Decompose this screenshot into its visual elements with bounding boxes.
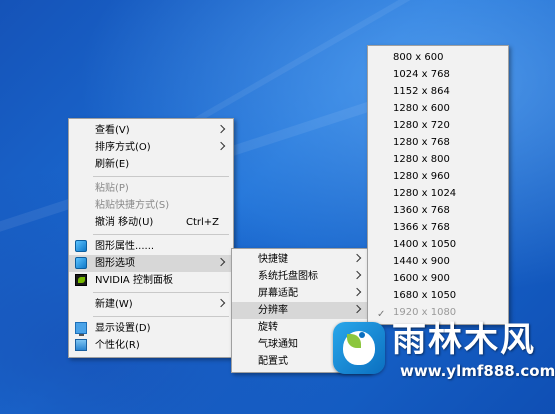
resolution-label: 1024 x 768 (393, 69, 450, 80)
menu-item-label: 排序方式(O) (95, 142, 151, 153)
resolution-option[interactable]: 1280 x 1024 (368, 185, 508, 202)
menu-item-label: NVIDIA 控制面板 (95, 275, 173, 286)
menu-item-paste[interactable]: 粘贴(P) (69, 180, 233, 197)
menu-item-new[interactable]: 新建(W) (69, 296, 233, 313)
resolution-option[interactable]: 1152 x 864 (368, 83, 508, 100)
resolution-option[interactable]: 1024 x 768 (368, 66, 508, 83)
resolution-label: 1280 x 800 (393, 154, 450, 165)
menu-item-label: 图形属性...... (95, 241, 155, 252)
resolution-label: 1366 x 768 (393, 222, 450, 233)
chevron-right-icon (216, 141, 226, 151)
watermark-title: 雨林木风 (392, 320, 536, 360)
menu-item-sort-by[interactable]: 排序方式(O) (69, 139, 233, 156)
logo-dot (359, 332, 365, 338)
menu-item-label: 刷新(E) (95, 159, 130, 170)
resolution-option[interactable]: 1366 x 768 (368, 219, 508, 236)
menu-separator (93, 316, 229, 317)
resolution-option[interactable]: 800 x 600 (368, 49, 508, 66)
resolution-label: 1600 x 900 (393, 273, 450, 284)
submenu-item-screen-fit[interactable]: 屏幕适配 (232, 285, 369, 302)
resolution-option[interactable]: 1360 x 768 (368, 202, 508, 219)
resolution-label: 1920 x 1080 (393, 307, 457, 318)
graphics-icon (75, 240, 87, 252)
resolution-label: 1280 x 768 (393, 137, 450, 148)
resolution-label: 1400 x 1050 (393, 239, 457, 250)
resolution-option-current[interactable]: ✓ 1920 x 1080 (368, 304, 508, 321)
personalize-icon (75, 339, 87, 351)
resolution-label: 1280 x 1024 (393, 188, 457, 199)
chevron-right-icon (216, 124, 226, 134)
menu-item-label: 系统托盘图标 (258, 271, 318, 282)
resolution-option[interactable]: 1400 x 1050 (368, 236, 508, 253)
chevron-right-icon (352, 253, 362, 263)
menu-item-graphics-options[interactable]: 图形选项 (69, 255, 233, 272)
resolution-label: 1360 x 768 (393, 205, 450, 216)
menu-item-label: 屏幕适配 (258, 288, 298, 299)
resolution-option[interactable]: 1280 x 720 (368, 117, 508, 134)
menu-item-label: 粘贴快捷方式(S) (95, 200, 170, 211)
menu-item-refresh[interactable]: 刷新(E) (69, 156, 233, 173)
chevron-right-icon (216, 298, 226, 308)
resolution-label: 1152 x 864 (393, 86, 450, 97)
menu-item-graphics-properties[interactable]: 图形属性...... (69, 238, 233, 255)
menu-item-label: 撤消 移动(U) (95, 217, 154, 228)
chevron-right-icon (352, 304, 362, 314)
menu-item-personalize[interactable]: 个性化(R) (69, 337, 233, 354)
menu-item-nvidia-control-panel[interactable]: NVIDIA 控制面板 (69, 272, 233, 289)
menu-item-display-settings[interactable]: 显示设置(D) (69, 320, 233, 337)
menu-item-label: 查看(V) (95, 125, 130, 136)
submenu-item-hotkeys[interactable]: 快捷键 (232, 251, 369, 268)
resolution-option[interactable]: 1440 x 900 (368, 253, 508, 270)
desktop-context-menu: 查看(V) 排序方式(O) 刷新(E) 粘贴(P) 粘贴快捷方式(S) 撤消 移… (68, 118, 234, 358)
menu-item-label: 个性化(R) (95, 340, 140, 351)
resolution-option[interactable]: 1280 x 768 (368, 134, 508, 151)
menu-item-label: 气球通知 (258, 339, 298, 350)
resolution-submenu: 800 x 600 1024 x 768 1152 x 864 1280 x 6… (367, 45, 509, 325)
checkmark-icon: ✓ (377, 309, 386, 320)
resolution-option[interactable]: 1680 x 1050 (368, 287, 508, 304)
display-icon (75, 322, 87, 336)
menu-item-paste-shortcut[interactable]: 粘贴快捷方式(S) (69, 197, 233, 214)
menu-item-label: 粘贴(P) (95, 183, 129, 194)
menu-item-label: 显示设置(D) (95, 323, 151, 334)
menu-item-label: 配置式 (258, 356, 288, 367)
resolution-option[interactable]: 1600 x 900 (368, 270, 508, 287)
menu-separator (93, 176, 229, 177)
watermark-url: www.ylmf888.com (400, 362, 555, 380)
chevron-right-icon (216, 257, 226, 267)
menu-item-label: 旋转 (258, 322, 278, 333)
chevron-right-icon (352, 270, 362, 280)
resolution-label: 1280 x 600 (393, 103, 450, 114)
menu-separator (93, 234, 229, 235)
menu-item-shortcut: Ctrl+Z (185, 217, 219, 228)
menu-item-label: 新建(W) (95, 299, 133, 310)
menu-item-label: 图形选项 (95, 258, 135, 269)
resolution-option[interactable]: 1280 x 800 (368, 151, 508, 168)
resolution-label: 800 x 600 (393, 52, 444, 63)
graphics-icon (75, 257, 87, 269)
watermark-logo-icon (333, 322, 385, 374)
resolution-label: 1280 x 720 (393, 120, 450, 131)
menu-item-view[interactable]: 查看(V) (69, 122, 233, 139)
menu-item-label: 分辨率 (258, 305, 288, 316)
submenu-item-tray-icon[interactable]: 系统托盘图标 (232, 268, 369, 285)
menu-item-undo-move[interactable]: 撤消 移动(U) Ctrl+Z (69, 214, 233, 231)
resolution-label: 1440 x 900 (393, 256, 450, 267)
resolution-option[interactable]: 1280 x 600 (368, 100, 508, 117)
resolution-option[interactable]: 1280 x 960 (368, 168, 508, 185)
resolution-label: 1680 x 1050 (393, 290, 457, 301)
submenu-item-resolution[interactable]: 分辨率 (232, 302, 369, 319)
chevron-right-icon (352, 287, 362, 297)
menu-item-label: 快捷键 (258, 254, 288, 265)
menu-separator (93, 292, 229, 293)
nvidia-icon (75, 274, 87, 286)
resolution-label: 1280 x 960 (393, 171, 450, 182)
